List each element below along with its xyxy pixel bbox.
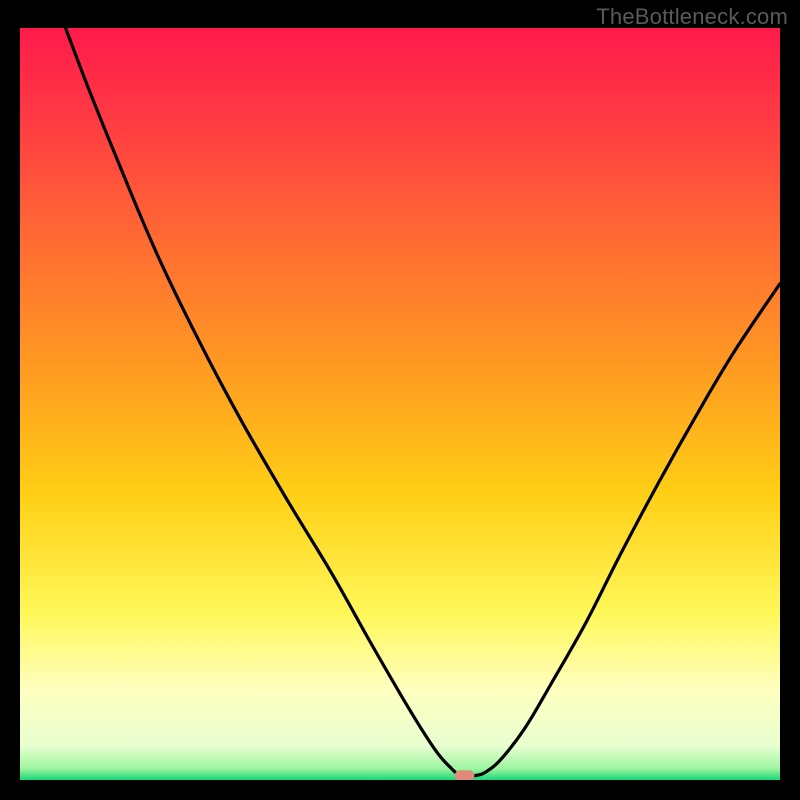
optimal-point-marker [455,770,475,780]
watermark-text: TheBottleneck.com [596,4,788,30]
chart-frame: TheBottleneck.com [0,0,800,800]
gradient-background [20,28,780,780]
chart-svg [20,28,780,780]
plot-area [20,28,780,780]
